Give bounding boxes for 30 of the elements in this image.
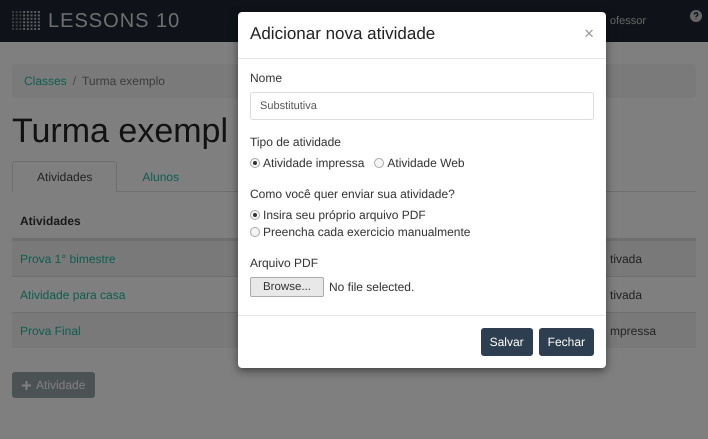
dialog-button[interactable]: Salvar <box>480 328 533 356</box>
radio-option[interactable]: Atividade impressa <box>250 156 364 170</box>
radio-option[interactable]: Insira seu próprio arquivo PDF <box>250 208 594 222</box>
table-cell-text: mpressa <box>610 324 658 338</box>
field-label: Arquivo PDF <box>250 256 320 270</box>
plus-icon <box>22 380 31 390</box>
field-label: Nome <box>250 71 284 85</box>
browse-button[interactable]: Browse... <box>250 277 324 297</box>
radio-button[interactable] <box>374 158 384 168</box>
name-field[interactable]: Substitutiva <box>250 92 594 120</box>
radio-option[interactable]: Atividade Web <box>374 156 465 170</box>
user-menu[interactable]: ofessor <box>610 15 646 27</box>
logo-icon <box>12 11 42 31</box>
radio-option[interactable]: Preencha cada exercicio manualmente <box>250 225 594 239</box>
table-cell-text: tivada <box>610 252 644 266</box>
logo-text: LESSONS 10 <box>48 10 180 32</box>
dialog-button[interactable]: Fechar <box>538 328 594 356</box>
tab[interactable]: Atividades <box>12 161 118 192</box>
help-icon[interactable] <box>690 10 702 22</box>
breadcrumb-separator: / <box>72 74 76 88</box>
radio-button[interactable] <box>250 227 260 237</box>
close-button[interactable]: × <box>584 24 594 44</box>
field-label: Tipo de atividade <box>250 135 342 149</box>
file-status: No file selected. <box>328 280 414 294</box>
radio-button[interactable] <box>250 210 260 220</box>
breadcrumb-current: Turma exemplo <box>82 74 165 88</box>
page-title: Turma exempl <box>12 112 228 151</box>
radio-button[interactable] <box>250 158 260 168</box>
table-cell-text: tivada <box>610 288 644 302</box>
modal-title: Adicionar nova atividade <box>250 24 436 44</box>
